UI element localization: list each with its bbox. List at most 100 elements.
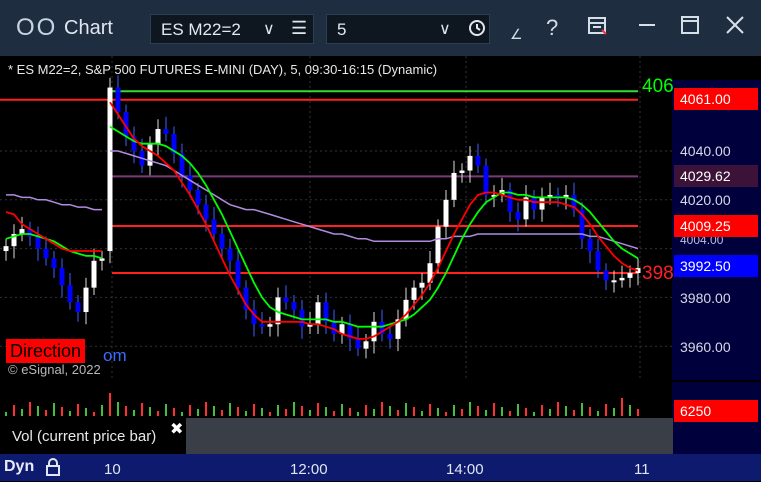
candle-body — [371, 321, 377, 342]
copyright: © eSignal, 2022 — [8, 362, 101, 377]
volume-bar — [549, 409, 551, 416]
volume-bar — [493, 403, 495, 416]
volume-bar — [501, 407, 503, 416]
volume-bar — [261, 408, 263, 416]
volume-bar — [85, 408, 87, 416]
volume-bar — [165, 404, 167, 416]
volume-bar — [205, 402, 207, 416]
symbol-menu-icon[interactable]: ☰ — [291, 18, 307, 39]
volume-bar — [189, 405, 191, 416]
volume-bar — [533, 412, 535, 416]
volume-study-label: Vol (current price bar) — [12, 428, 157, 445]
volume-bar — [437, 408, 439, 416]
time-label-1200: 12:00 — [290, 461, 328, 478]
volume-bar — [485, 410, 487, 416]
volume-bar — [181, 412, 183, 416]
volume-bar — [589, 407, 591, 416]
volume-bar — [581, 403, 583, 416]
candle-body — [195, 190, 201, 205]
volume-bar — [509, 411, 511, 416]
time-label-1400: 14:00 — [446, 461, 484, 478]
minimize-icon[interactable] — [636, 14, 658, 42]
candle-body — [363, 341, 369, 349]
candle-body — [59, 268, 65, 286]
candle-body — [387, 334, 393, 339]
close-icon[interactable]: ✖ — [170, 419, 183, 439]
volume-bar — [229, 403, 231, 416]
volume-bar — [301, 406, 303, 416]
candle-body — [211, 219, 217, 234]
candle-body — [227, 248, 233, 261]
draw-tool-icon[interactable]: ∠ — [510, 26, 523, 43]
volume-bar — [629, 405, 631, 416]
volume-bar — [133, 410, 135, 416]
price-box-level: 4029.62 — [674, 165, 758, 187]
candle-body — [187, 175, 193, 191]
volume-bar — [29, 402, 31, 416]
candle-body — [203, 204, 209, 220]
candle-body — [3, 246, 9, 252]
interval-input[interactable]: 5 ∨ — [326, 14, 490, 44]
volume-bar — [541, 405, 543, 416]
ma-fast-line — [5, 101, 639, 340]
maximize-icon[interactable] — [679, 14, 701, 42]
volume-bar — [397, 410, 399, 416]
candle-body — [443, 199, 449, 227]
volume-bar — [613, 408, 615, 416]
candle-body — [459, 170, 465, 173]
price-tick-4040: 4040.00 — [680, 143, 731, 159]
chevron-down-icon[interactable]: ∨ — [439, 19, 451, 39]
time-label-11: 11 — [634, 461, 650, 478]
volume-bar — [637, 409, 639, 416]
volume-bar — [565, 406, 567, 416]
symbol-input[interactable]: ES M22=2 ∨ ☰ — [150, 14, 314, 44]
candle-body — [451, 172, 457, 200]
candle-body — [483, 165, 489, 195]
candle-body — [531, 197, 537, 210]
volume-bar — [357, 412, 359, 416]
candle-body — [115, 87, 121, 112]
candle-body — [219, 233, 225, 249]
candle-body — [91, 260, 97, 288]
volume-bar — [517, 404, 519, 416]
clock-icon[interactable] — [467, 18, 487, 43]
price-chart[interactable] — [0, 56, 672, 380]
volume-bar — [445, 412, 447, 416]
candle-body — [147, 143, 153, 166]
study-link[interactable]: om — [103, 346, 127, 366]
help-icon[interactable]: ? — [546, 15, 558, 41]
volume-pane-footer — [186, 418, 673, 454]
volume-bar — [173, 408, 175, 416]
volume-value-box: 6250 — [674, 400, 758, 422]
candle-body — [603, 270, 609, 281]
volume-bar — [557, 402, 559, 416]
volume-bar — [237, 407, 239, 416]
dynamic-mode-label[interactable]: Dyn — [4, 458, 34, 476]
template-icon[interactable] — [586, 14, 610, 44]
lock-icon[interactable] — [44, 457, 62, 482]
volume-bar — [621, 398, 623, 416]
volume-bar — [285, 409, 287, 416]
volume-bar — [381, 402, 383, 416]
price-tick-3980: 3980.00 — [680, 290, 731, 306]
volume-bar — [597, 411, 599, 416]
volume-bar — [45, 410, 47, 416]
volume-bar — [277, 405, 279, 416]
candle-body — [435, 226, 441, 264]
close-icon[interactable] — [724, 14, 746, 42]
volume-bar — [389, 406, 391, 416]
window-titlebar: OO Chart ES M22=2 ∨ ☰ 5 ∨ ∠ ? — [0, 0, 761, 56]
volume-bar — [317, 403, 319, 416]
volume-bar — [37, 406, 39, 416]
time-axis[interactable]: Dyn 10 12:00 14:00 11 — [0, 454, 761, 481]
candle-body — [43, 248, 49, 259]
candle-body — [515, 212, 521, 220]
volume-bar — [373, 409, 375, 416]
candle-body — [75, 302, 81, 313]
time-label-10: 10 — [104, 461, 121, 478]
candle-body — [619, 277, 625, 281]
candle-body — [467, 155, 473, 171]
chevron-down-icon[interactable]: ∨ — [263, 19, 275, 39]
volume-bar — [349, 408, 351, 416]
volume-bar — [109, 393, 111, 416]
